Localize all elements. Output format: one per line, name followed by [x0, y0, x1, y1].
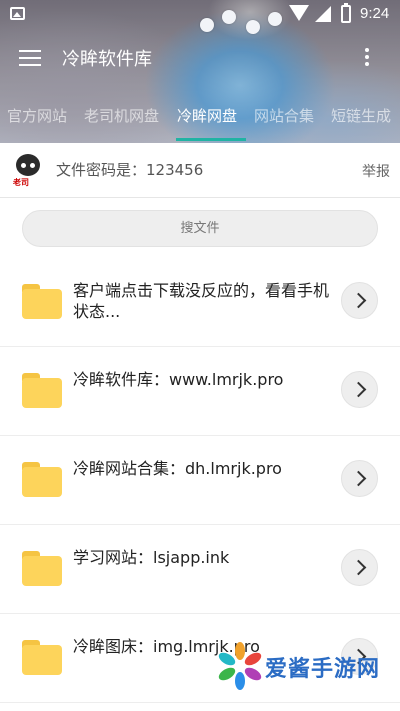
- open-item-button[interactable]: [341, 460, 378, 497]
- file-password-text: 文件密码是：123456: [56, 161, 204, 179]
- avatar: 老司: [10, 151, 46, 187]
- wifi-icon: [289, 5, 309, 21]
- status-bar: 9:24: [0, 0, 400, 28]
- watermark-text: 爱酱手游网: [265, 657, 381, 682]
- image-notification-icon: [10, 7, 25, 20]
- folder-icon: [22, 640, 62, 675]
- tab-official-site[interactable]: 官方网站: [7, 105, 67, 126]
- cellular-signal-icon: [315, 6, 331, 22]
- tab-veteran-netdisk[interactable]: 老司机网盘: [84, 105, 159, 126]
- open-item-button[interactable]: [341, 282, 378, 319]
- search-input[interactable]: 搜文件: [22, 210, 378, 247]
- list-item[interactable]: 客户端点击下载没反应的，看看手机状态...: [0, 258, 400, 347]
- file-title: 客户端点击下载没反应的，看看手机状态...: [73, 281, 330, 321]
- folder-icon: [22, 373, 62, 408]
- active-tab-indicator: [176, 138, 246, 141]
- tab-short-link[interactable]: 短链生成: [331, 105, 391, 126]
- list-item[interactable]: 冷眸网站合集：dh.lmrjk.pro: [0, 436, 400, 525]
- app-title: 冷眸软件库: [62, 49, 152, 70]
- meme-face-icon: [16, 154, 40, 176]
- list-item[interactable]: 学习网站：lsjapp.ink: [0, 525, 400, 614]
- more-options-icon[interactable]: [365, 48, 371, 68]
- open-item-button[interactable]: [341, 549, 378, 586]
- file-password-row: 老司 文件密码是：123456 举报: [0, 143, 400, 198]
- list-item[interactable]: 冷眸软件库：www.lmrjk.pro: [0, 347, 400, 436]
- tab-lengmou-netdisk[interactable]: 冷眸网盘: [177, 105, 237, 126]
- folder-icon: [22, 551, 62, 586]
- file-title: 学习网站：lsjapp.ink: [73, 548, 230, 567]
- file-title: 冷眸网站合集：dh.lmrjk.pro: [73, 459, 282, 478]
- menu-icon[interactable]: [19, 50, 41, 66]
- report-link[interactable]: 举报: [362, 161, 390, 181]
- folder-icon: [22, 462, 62, 497]
- pinwheel-logo-icon: [218, 642, 262, 690]
- folder-icon: [22, 284, 62, 319]
- battery-icon: [341, 3, 351, 23]
- avatar-caption: 老司: [13, 178, 29, 187]
- open-item-button[interactable]: [341, 371, 378, 408]
- tab-site-collection[interactable]: 网站合集: [254, 105, 314, 126]
- category-tabs: 官方网站 老司机网盘 冷眸网盘 网站合集 短链生成: [0, 100, 400, 141]
- file-title: 冷眸软件库：www.lmrjk.pro: [73, 370, 284, 389]
- status-time: 9:24: [360, 5, 390, 22]
- site-watermark: 爱酱手游网: [215, 641, 395, 701]
- search-placeholder: 搜文件: [180, 221, 220, 236]
- header-banner: 9:24 冷眸软件库 官方网站 老司机网盘 冷眸网盘 网站合集 短链生成: [0, 0, 400, 143]
